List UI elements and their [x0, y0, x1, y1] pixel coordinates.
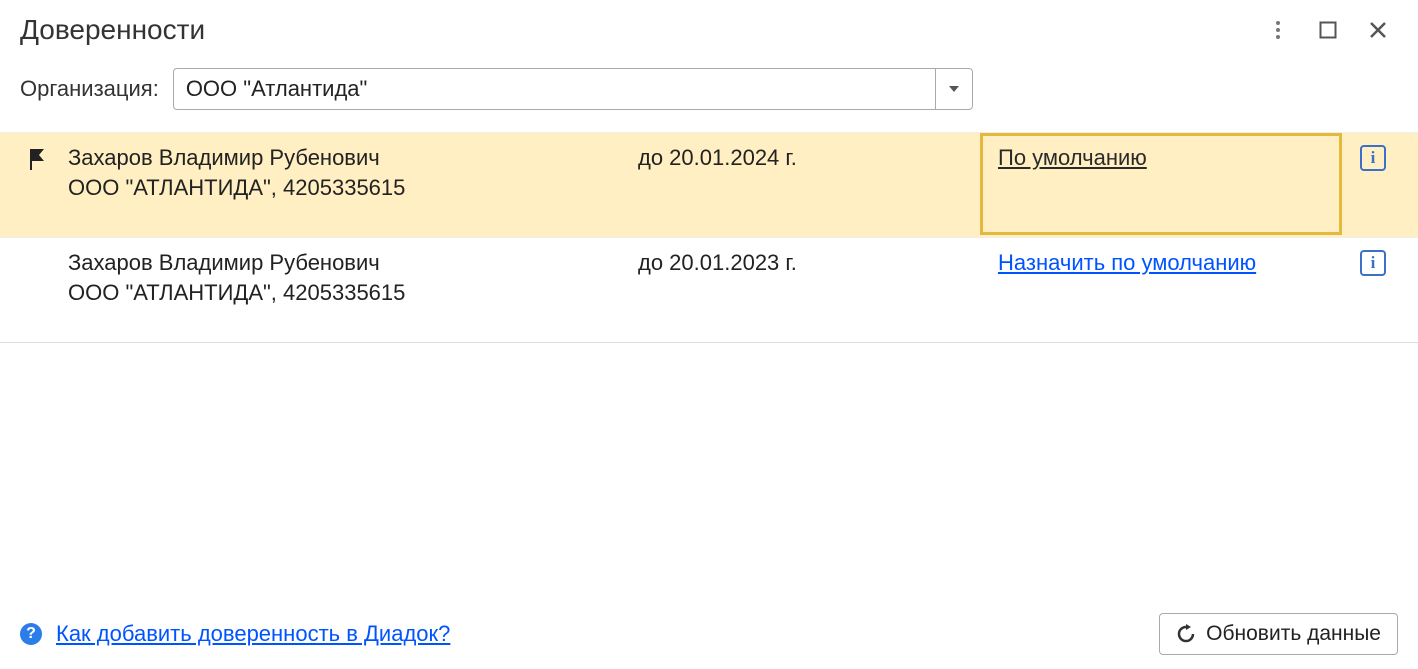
valid-until: до 20.01.2023 г.	[638, 248, 988, 276]
kebab-menu-icon[interactable]	[1268, 20, 1288, 40]
list-item[interactable]: Захаров Владимир Рубенович ООО "АТЛАНТИД…	[0, 132, 1418, 237]
window-controls	[1268, 14, 1398, 40]
organization-select-dropdown-button[interactable]	[935, 68, 973, 110]
person-org: ООО "АТЛАНТИДА", 4205335615	[68, 278, 638, 309]
help-link[interactable]: Как добавить доверенность в Диадок?	[56, 621, 450, 647]
refresh-icon	[1176, 624, 1196, 644]
default-status-link[interactable]: По умолчанию	[998, 145, 1147, 170]
organization-select[interactable]: ООО "Атлантида"	[173, 68, 973, 110]
maximize-icon[interactable]	[1318, 20, 1338, 40]
valid-until: до 20.01.2024 г.	[638, 143, 988, 171]
assign-default-link[interactable]: Назначить по умолчанию	[998, 250, 1256, 275]
page-title: Доверенности	[20, 14, 205, 46]
person-name: Захаров Владимир Рубенович	[68, 248, 638, 278]
help-icon[interactable]: ?	[20, 623, 42, 645]
proxy-list: Захаров Владимир Рубенович ООО "АТЛАНТИД…	[0, 132, 1418, 343]
person-org: ООО "АТЛАНТИДА", 4205335615	[68, 173, 638, 204]
refresh-button-label: Обновить данные	[1206, 622, 1381, 646]
refresh-button[interactable]: Обновить данные	[1159, 613, 1398, 655]
organization-select-value[interactable]: ООО "Атлантида"	[173, 68, 935, 110]
chevron-down-icon	[949, 86, 959, 92]
close-icon[interactable]	[1368, 20, 1388, 40]
person-name: Захаров Владимир Рубенович	[68, 143, 638, 173]
info-icon[interactable]: i	[1360, 145, 1386, 171]
list-item[interactable]: Захаров Владимир Рубенович ООО "АТЛАНТИД…	[0, 237, 1418, 342]
info-icon[interactable]: i	[1360, 250, 1386, 276]
flag-icon	[27, 147, 47, 171]
organization-label: Организация:	[20, 76, 159, 102]
